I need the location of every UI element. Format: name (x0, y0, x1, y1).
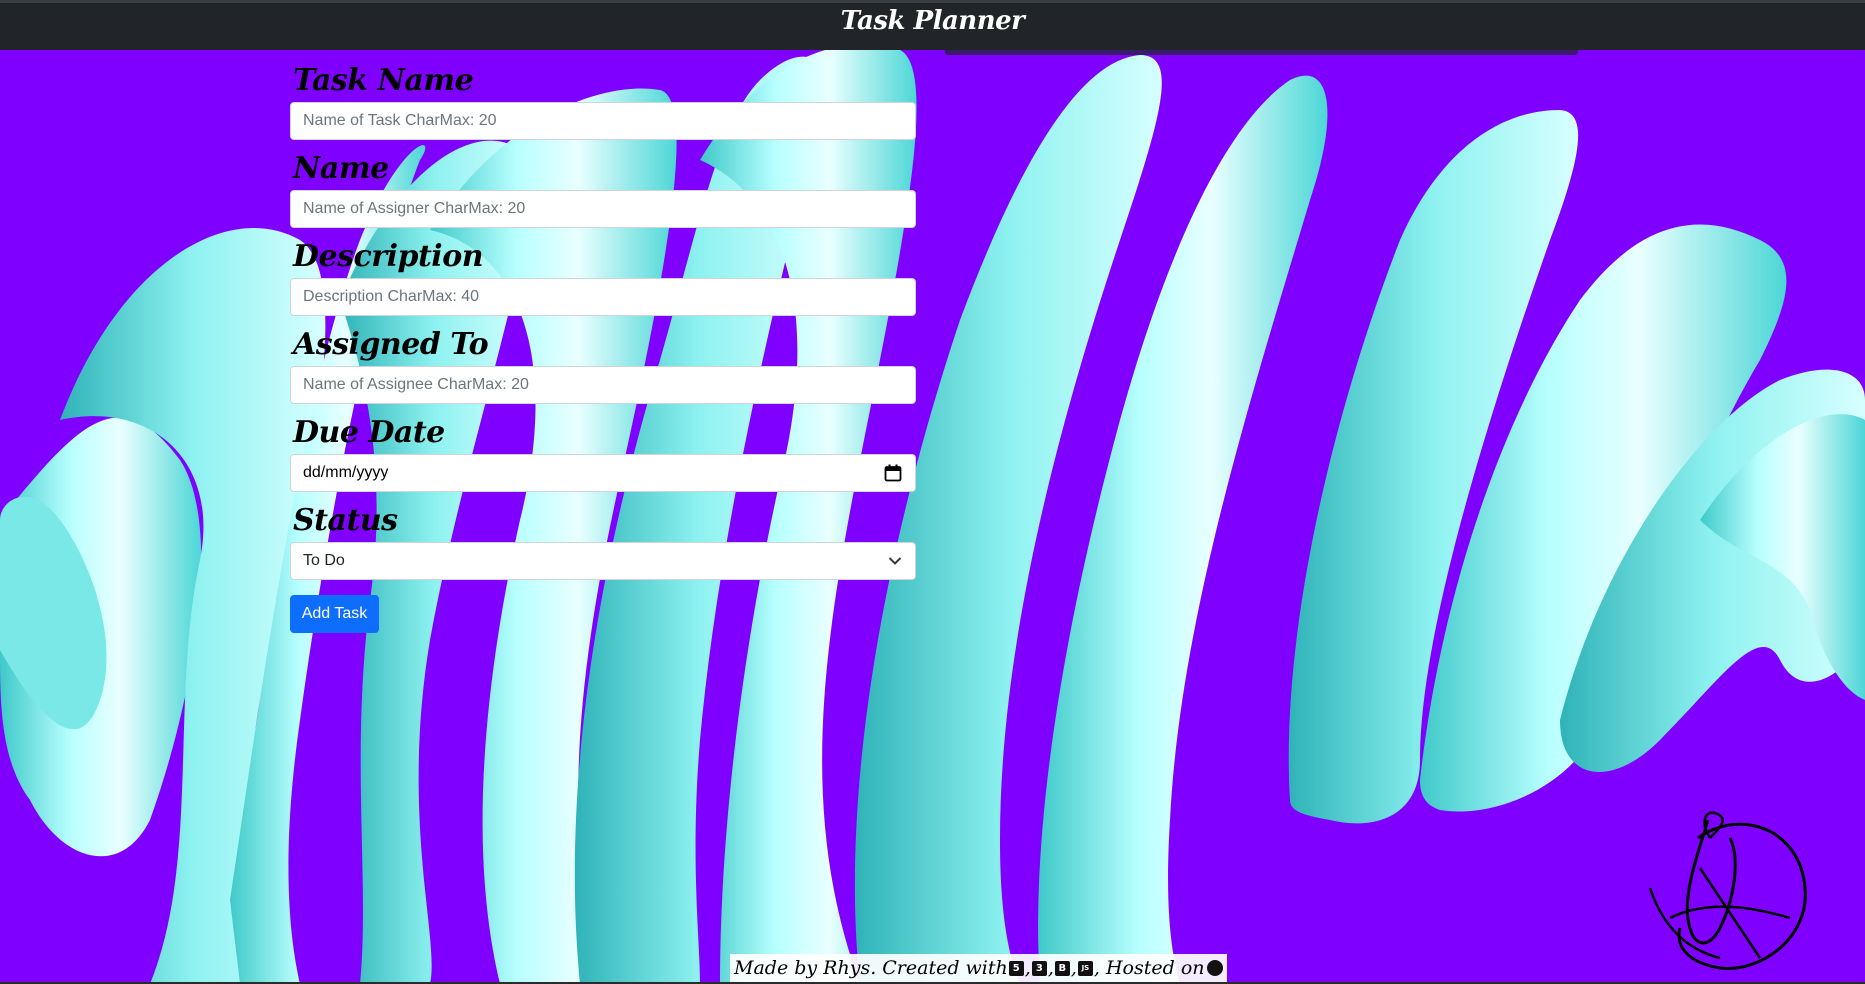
status-label: Status (293, 503, 398, 538)
calendar-icon[interactable] (884, 464, 902, 482)
assigner-name-label: Name (293, 151, 389, 186)
javascript-icon[interactable]: JS (1077, 960, 1093, 976)
navbar-underline (945, 50, 1578, 55)
navbar: Task Planner (0, 0, 1865, 50)
status-select[interactable]: To Do (290, 542, 916, 580)
description-input[interactable] (290, 278, 916, 316)
due-date-value: dd/mm/yyyy (303, 464, 389, 481)
bootstrap-icon[interactable]: B (1054, 960, 1070, 976)
page: Task Planner Task Name Name Description … (0, 0, 1865, 984)
assigner-name-input[interactable] (290, 190, 916, 228)
github-icon[interactable] (1206, 960, 1223, 976)
task-name-input[interactable] (290, 102, 916, 140)
assignee-name-input[interactable] (290, 366, 916, 404)
signature-logo (1648, 811, 1807, 970)
css3-icon[interactable]: 3 (1031, 960, 1047, 976)
ribbon-background-image (0, 44, 1865, 984)
task-name-label: Task Name (293, 63, 474, 98)
due-date-field[interactable]: dd/mm/yyyy (290, 454, 916, 492)
add-task-form: Task Name Name Description Assigned To D… (290, 60, 916, 580)
footer: Made by Rhys. Created with 5, 3, B, JS, … (730, 954, 1227, 982)
due-date-label: Due Date (293, 415, 445, 450)
assigned-to-label: Assigned To (293, 327, 489, 362)
chevron-down-icon (888, 557, 902, 565)
footer-credit-text: Made by Rhys. Created with (734, 957, 1008, 979)
description-label: Description (293, 239, 484, 274)
app-title: Task Planner (840, 6, 1025, 36)
status-selected-value[interactable]: To Do (290, 542, 916, 580)
html5-icon[interactable]: 5 (1008, 960, 1024, 976)
footer-hosted-text: , Hosted on (1093, 957, 1205, 979)
add-task-button[interactable]: Add Task (290, 595, 379, 633)
